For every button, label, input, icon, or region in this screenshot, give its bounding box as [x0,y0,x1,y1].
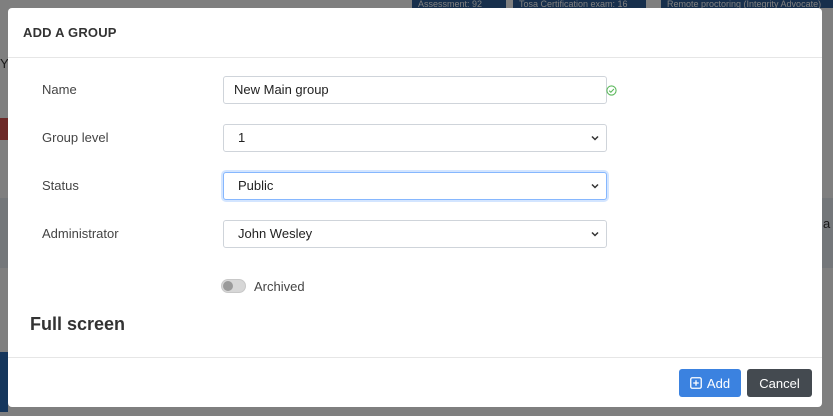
status-row: Status Public [8,172,822,202]
group-level-row: Group level 1 [8,124,822,154]
add-button-label: Add [706,375,731,391]
check-circle-icon [606,85,617,96]
cancel-button[interactable]: Cancel [747,369,812,397]
status-select[interactable]: Public [223,172,607,200]
name-input[interactable]: New Main group [223,76,607,104]
administrator-value: John Wesley [238,226,313,241]
name-input-value: New Main group [234,82,329,97]
modal-footer: Add Cancel [8,357,822,407]
name-label: Name [42,82,77,97]
administrator-label: Administrator [42,226,119,241]
name-row: Name New Main group [8,76,822,106]
group-level-select[interactable]: 1 [223,124,607,152]
chevron-down-icon [591,231,599,237]
add-button[interactable]: Add [679,369,741,397]
archived-label: Archived [254,278,305,294]
administrator-row: Administrator John Wesley [8,220,822,250]
archived-row: Archived [221,276,305,296]
administrator-select[interactable]: John Wesley [223,220,607,248]
chevron-down-icon [591,135,599,141]
chevron-down-icon [591,183,599,189]
cancel-button-label: Cancel [759,375,800,391]
status-label: Status [42,178,79,193]
toggle-knob [223,281,233,291]
modal-title: ADD A GROUP [23,25,117,40]
group-level-value: 1 [238,130,246,145]
add-group-modal: ADD A GROUP Name New Main group Group le… [8,8,822,407]
plus-square-icon [690,377,702,389]
modal-header: ADD A GROUP [8,8,822,58]
status-value: Public [238,178,274,193]
full-screen-heading: Full screen [30,314,126,334]
group-level-label: Group level [42,130,109,145]
archived-toggle[interactable] [221,279,246,293]
